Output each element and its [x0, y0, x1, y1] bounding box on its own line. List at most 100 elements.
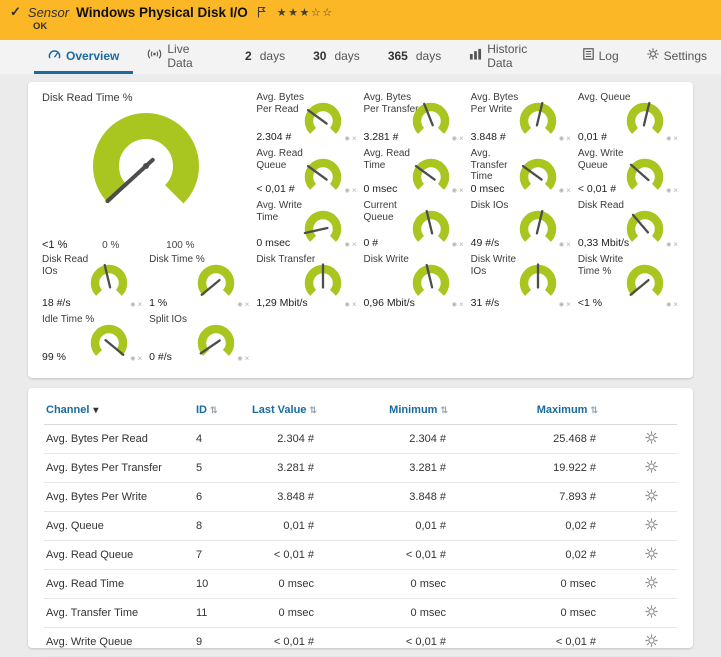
gauge-tile[interactable]: Disk Time %1 %◉× [149, 254, 250, 312]
gauge-tile[interactable]: Avg. Bytes Per Read2.304 #◉× [256, 92, 357, 146]
pin-icon[interactable]: ◉ [559, 302, 564, 308]
pin-icon[interactable]: ◉ [345, 302, 350, 308]
close-icon[interactable]: × [566, 301, 571, 309]
channel-settings-icon[interactable] [645, 431, 658, 444]
gauge-tile[interactable]: Avg. Read Queue< 0,01 #◉× [256, 148, 357, 198]
pin-icon[interactable]: ◉ [666, 188, 671, 194]
gauge-tile-icons[interactable]: ◉× [452, 301, 464, 309]
close-icon[interactable]: × [137, 301, 142, 309]
gauge-tile-icons[interactable]: ◉× [666, 135, 678, 143]
channel-name[interactable]: Avg. Write Queue [44, 628, 194, 657]
close-icon[interactable]: × [673, 187, 678, 195]
channel-settings-icon[interactable] [645, 518, 658, 531]
pin-icon[interactable]: ◉ [666, 136, 671, 142]
tab-live-data[interactable]: Live Data [133, 40, 231, 74]
gauge-tile[interactable]: Avg. Transfer Time0 msec◉× [471, 148, 572, 198]
channel-name[interactable]: Avg. Read Time [44, 570, 194, 599]
close-icon[interactable]: × [459, 241, 464, 249]
pin-icon[interactable]: ◉ [130, 356, 135, 362]
close-icon[interactable]: × [352, 187, 357, 195]
pin-icon[interactable]: ◉ [559, 136, 564, 142]
pin-icon[interactable]: ◉ [452, 242, 457, 248]
tab-365-days[interactable]: 365days [374, 40, 455, 74]
gauge-tile[interactable]: Avg. Write Time0 msec◉× [256, 200, 357, 252]
channel-settings-icon[interactable] [645, 605, 658, 618]
gauge-tile[interactable]: Disk Write IOs31 #/s◉× [471, 254, 572, 312]
tab-historic-data[interactable]: Historic Data [455, 40, 568, 74]
gauge-tile-icons[interactable]: ◉× [130, 355, 142, 363]
close-icon[interactable]: × [245, 355, 250, 363]
gauge-tile-icons[interactable]: ◉× [345, 241, 357, 249]
channel-name[interactable]: Avg. Bytes Per Transfer [44, 454, 194, 483]
gauge-tile-icons[interactable]: ◉× [559, 135, 571, 143]
tab-30-days[interactable]: 30days [299, 40, 374, 74]
close-icon[interactable]: × [459, 135, 464, 143]
close-icon[interactable]: × [673, 135, 678, 143]
pin-icon[interactable]: ◉ [345, 136, 350, 142]
gauge-tile-icons[interactable]: ◉× [452, 135, 464, 143]
gauge-tile-icons[interactable]: ◉× [666, 301, 678, 309]
pin-icon[interactable]: ◉ [452, 302, 457, 308]
gauge-tile-icons[interactable]: ◉× [452, 241, 464, 249]
gauge-tile[interactable]: Disk Write0,96 Mbit/s◉× [363, 254, 464, 312]
close-icon[interactable]: × [352, 241, 357, 249]
gauge-tile-icons[interactable]: ◉× [345, 135, 357, 143]
channel-name[interactable]: Avg. Bytes Per Write [44, 483, 194, 512]
gauge-tile[interactable]: Avg. Bytes Per Transfer3.281 #◉× [363, 92, 464, 146]
primary-gauge[interactable]: Disk Read Time % <1 % 0 % 100 % [42, 92, 250, 252]
gauge-tile[interactable]: Avg. Queue0,01 #◉× [578, 92, 679, 146]
gauge-tile-icons[interactable]: ◉× [452, 187, 464, 195]
pin-icon[interactable]: ◉ [237, 302, 242, 308]
gauge-tile[interactable]: Current Queue0 #◉× [363, 200, 464, 252]
pin-icon[interactable]: ◉ [666, 302, 671, 308]
gauge-tile-icons[interactable]: ◉× [237, 355, 249, 363]
col-last-value[interactable]: Last Value⇅ [250, 398, 326, 425]
gauge-tile-icons[interactable]: ◉× [666, 241, 678, 249]
col-id[interactable]: ID⇅ [194, 398, 250, 425]
close-icon[interactable]: × [352, 135, 357, 143]
pin-icon[interactable]: ◉ [237, 356, 242, 362]
col-maximum[interactable]: Maximum⇅ [476, 398, 626, 425]
close-icon[interactable]: × [459, 187, 464, 195]
gauge-tile[interactable]: Avg. Read Time0 msec◉× [363, 148, 464, 198]
pin-icon[interactable]: ◉ [559, 188, 564, 194]
channel-settings-icon[interactable] [645, 460, 658, 473]
pin-icon[interactable]: ◉ [666, 242, 671, 248]
channel-settings-icon[interactable] [645, 634, 658, 647]
pin-icon[interactable]: ◉ [452, 136, 457, 142]
tab-settings[interactable]: Settings [633, 40, 721, 74]
pin-icon[interactable]: ◉ [345, 242, 350, 248]
close-icon[interactable]: × [566, 241, 571, 249]
gauge-tile[interactable]: Disk IOs49 #/s◉× [471, 200, 572, 252]
close-icon[interactable]: × [137, 355, 142, 363]
gauge-tile-icons[interactable]: ◉× [130, 301, 142, 309]
gauge-tile-icons[interactable]: ◉× [345, 301, 357, 309]
close-icon[interactable]: × [352, 301, 357, 309]
tab-overview[interactable]: Overview [34, 40, 133, 74]
col-channel[interactable]: Channel▾ [44, 398, 194, 425]
tab-log[interactable]: Log [569, 40, 633, 74]
priority-stars[interactable]: ★★★☆☆ [277, 6, 334, 19]
gauge-tile[interactable]: Split IOs0 #/s◉× [149, 314, 250, 366]
pin-icon[interactable]: ◉ [559, 242, 564, 248]
gauge-tile[interactable]: Avg. Bytes Per Write3.848 #◉× [471, 92, 572, 146]
gauge-tile-icons[interactable]: ◉× [559, 241, 571, 249]
gauge-tile-icons[interactable]: ◉× [666, 187, 678, 195]
channel-settings-icon[interactable] [645, 576, 658, 589]
pin-icon[interactable]: ◉ [345, 188, 350, 194]
pin-icon[interactable]: ◉ [130, 302, 135, 308]
close-icon[interactable]: × [673, 301, 678, 309]
gauge-tile[interactable]: Avg. Write Queue< 0,01 #◉× [578, 148, 679, 198]
channel-name[interactable]: Avg. Transfer Time [44, 599, 194, 628]
pin-icon[interactable]: ◉ [452, 188, 457, 194]
channel-settings-icon[interactable] [645, 489, 658, 502]
col-minimum[interactable]: Minimum⇅ [326, 398, 476, 425]
gauge-tile-icons[interactable]: ◉× [559, 301, 571, 309]
close-icon[interactable]: × [459, 301, 464, 309]
tab-2-days[interactable]: 2days [231, 40, 299, 74]
gauge-tile[interactable]: Idle Time %99 %◉× [42, 314, 143, 366]
channel-name[interactable]: Avg. Queue [44, 512, 194, 541]
channel-settings-icon[interactable] [645, 547, 658, 560]
close-icon[interactable]: × [566, 187, 571, 195]
close-icon[interactable]: × [245, 301, 250, 309]
